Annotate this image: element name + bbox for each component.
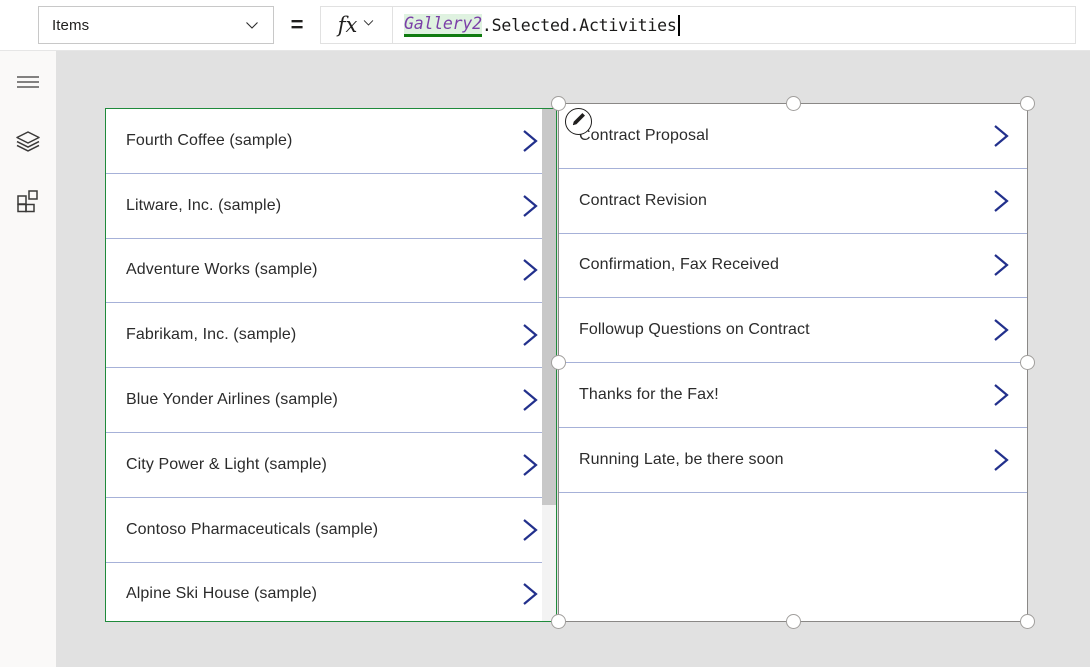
property-dropdown-value: Items [39, 17, 239, 34]
formula-bar: Items = fx Gallery2.Selected.Activities [0, 0, 1090, 51]
resize-handle-bottom-center[interactable] [786, 614, 801, 629]
chevron-right-icon[interactable] [975, 445, 1027, 475]
pencil-icon [570, 111, 587, 133]
chevron-right-icon[interactable] [975, 380, 1027, 410]
chevron-down-icon [362, 16, 375, 34]
gallery-row[interactable]: Fabrikam, Inc. (sample) [106, 303, 556, 368]
formula-token-gallery2: Gallery2 [404, 14, 482, 37]
chevron-right-icon[interactable] [975, 315, 1027, 345]
gallery-row[interactable]: Litware, Inc. (sample) [106, 174, 556, 239]
gallery-row-label: Litware, Inc. (sample) [106, 197, 504, 215]
fx-button[interactable]: fx [321, 7, 393, 43]
chevron-right-icon[interactable] [975, 121, 1027, 151]
resize-handle-middle-left[interactable] [551, 355, 566, 370]
gallery-accounts[interactable]: Fourth Coffee (sample) Litware, Inc. (sa… [105, 108, 557, 622]
gallery-row-label: Contract Revision [559, 192, 975, 210]
chevron-down-icon [239, 17, 265, 33]
formula-input[interactable]: Gallery2.Selected.Activities [393, 7, 1075, 43]
gallery-row[interactable]: Fourth Coffee (sample) [106, 109, 556, 174]
gallery-row[interactable]: Contoso Pharmaceuticals (sample) [106, 498, 556, 563]
gallery-row-label: Thanks for the Fax! [559, 386, 975, 404]
sidebar-item-tree-view[interactable] [0, 119, 56, 167]
resize-handle-bottom-left[interactable] [551, 614, 566, 629]
components-icon [15, 188, 41, 219]
gallery-row[interactable]: Alpine Ski House (sample) [106, 563, 556, 622]
left-rail [0, 51, 57, 667]
gallery-row[interactable]: Contract Proposal [559, 104, 1027, 169]
gallery-row-label: Contract Proposal [559, 127, 975, 145]
gallery-row-label: Alpine Ski House (sample) [106, 585, 504, 603]
gallery-row-label: Confirmation, Fax Received [559, 256, 975, 274]
property-dropdown[interactable]: Items [38, 6, 274, 44]
gallery-row-label: Fourth Coffee (sample) [106, 132, 504, 150]
sidebar-item-components[interactable] [0, 179, 56, 227]
gallery-row-label: Fabrikam, Inc. (sample) [106, 326, 504, 344]
text-caret [678, 15, 680, 36]
app-canvas[interactable]: Fourth Coffee (sample) Litware, Inc. (sa… [57, 51, 1090, 667]
chevron-right-icon[interactable] [975, 250, 1027, 280]
gallery-row[interactable]: Followup Questions on Contract [559, 298, 1027, 363]
resize-handle-middle-right[interactable] [1020, 355, 1035, 370]
equals-sign: = [274, 14, 320, 36]
tree-view-icon [14, 128, 42, 159]
formula-rest: .Selected.Activities [482, 16, 677, 35]
gallery-row[interactable]: Adventure Works (sample) [106, 239, 556, 304]
gallery-row[interactable]: City Power & Light (sample) [106, 433, 556, 498]
gallery-row-label: Contoso Pharmaceuticals (sample) [106, 521, 504, 539]
resize-handle-top-right[interactable] [1020, 96, 1035, 111]
gallery-rows: Contract Proposal Contract Revision Conf… [559, 104, 1027, 493]
edit-pencil-badge[interactable] [565, 108, 592, 135]
gallery-row-label: Followup Questions on Contract [559, 321, 975, 339]
gallery-row[interactable]: Confirmation, Fax Received [559, 234, 1027, 299]
sidebar-item-menu[interactable] [0, 60, 56, 108]
gallery-activities[interactable]: Contract Proposal Contract Revision Conf… [558, 103, 1028, 622]
gallery-row[interactable]: Blue Yonder Airlines (sample) [106, 368, 556, 433]
gallery-row[interactable]: Running Late, be there soon [559, 428, 1027, 493]
resize-handle-top-left[interactable] [551, 96, 566, 111]
resize-handle-top-center[interactable] [786, 96, 801, 111]
scrollbar-thumb[interactable] [542, 109, 556, 505]
gallery-row-label: Blue Yonder Airlines (sample) [106, 391, 504, 409]
gallery-row[interactable]: Contract Revision [559, 169, 1027, 234]
gallery-row-label: Running Late, be there soon [559, 451, 975, 469]
gallery-rows: Fourth Coffee (sample) Litware, Inc. (sa… [106, 109, 556, 622]
formula-input-container: fx Gallery2.Selected.Activities [320, 6, 1076, 44]
fx-label: fx [338, 15, 358, 36]
gallery-row[interactable]: Thanks for the Fax! [559, 363, 1027, 428]
resize-handle-bottom-right[interactable] [1020, 614, 1035, 629]
chevron-right-icon[interactable] [975, 186, 1027, 216]
gallery-row-label: Adventure Works (sample) [106, 261, 504, 279]
gallery-row-label: City Power & Light (sample) [106, 456, 504, 474]
hamburger-menu-icon [15, 72, 41, 97]
